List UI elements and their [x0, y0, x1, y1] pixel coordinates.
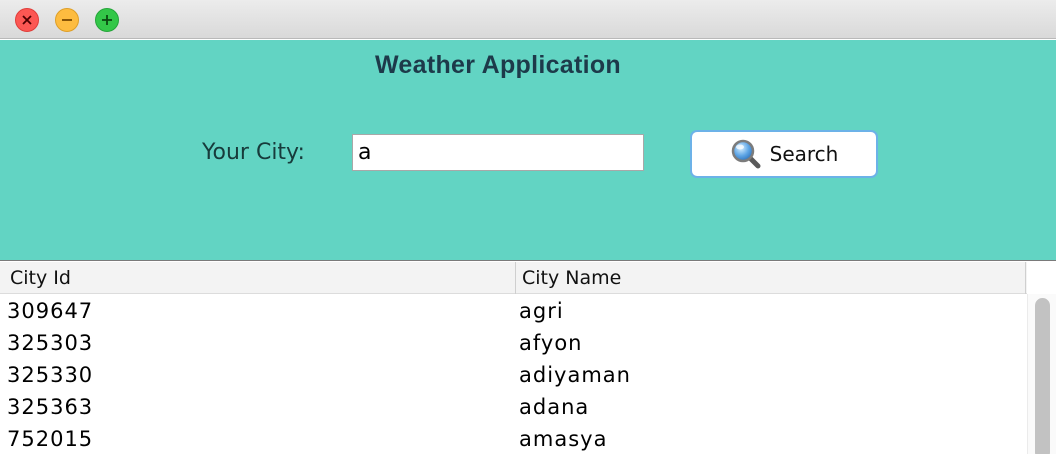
table-body: 309647 agri 325303 afyon 325330 adiyaman…: [0, 295, 1027, 454]
minimize-icon: [62, 19, 72, 21]
column-header-city-name[interactable]: City Name: [516, 262, 1026, 294]
city-label: Your City:: [202, 140, 305, 165]
search-panel: Weather Application Your City: Search: [0, 40, 1056, 261]
city-name-cell: adiyaman: [519, 363, 631, 387]
city-id-cell: 325330: [7, 363, 94, 387]
city-id-cell: 325363: [7, 395, 94, 419]
city-id-cell: 752015: [7, 427, 94, 451]
city-name-cell: amasya: [519, 427, 608, 451]
app-title: Weather Application: [374, 51, 621, 79]
city-id-cell: 325303: [7, 331, 94, 355]
table-row[interactable]: 325303 afyon: [0, 327, 1027, 359]
city-name-cell: adana: [519, 395, 590, 419]
city-name-cell: afyon: [519, 331, 583, 355]
maximize-icon: [102, 15, 112, 25]
city-name-cell: agri: [519, 299, 564, 323]
results-table: City Id City Name 309647 agri 325303 afy…: [0, 262, 1056, 454]
magnifier-icon: [730, 138, 762, 170]
window-maximize-button[interactable]: [95, 8, 119, 32]
table-row[interactable]: 325363 adana: [0, 391, 1027, 423]
column-header-city-id[interactable]: City Id: [0, 262, 516, 294]
search-button[interactable]: Search: [690, 130, 878, 178]
scrollbar-thumb[interactable]: [1035, 298, 1050, 454]
city-id-cell: 309647: [7, 299, 94, 323]
table-row[interactable]: 752015 amasya: [0, 423, 1027, 454]
search-button-label: Search: [769, 142, 839, 166]
table-row[interactable]: 325330 adiyaman: [0, 359, 1027, 391]
table-row[interactable]: 309647 agri: [0, 295, 1027, 327]
close-icon: [22, 15, 32, 25]
window-close-button[interactable]: [15, 8, 39, 32]
table-header: City Id City Name: [0, 262, 1027, 294]
city-input[interactable]: [352, 134, 644, 171]
vertical-scrollbar[interactable]: [1027, 294, 1056, 454]
window-minimize-button[interactable]: [55, 8, 79, 32]
window-title-bar: [0, 0, 1056, 39]
